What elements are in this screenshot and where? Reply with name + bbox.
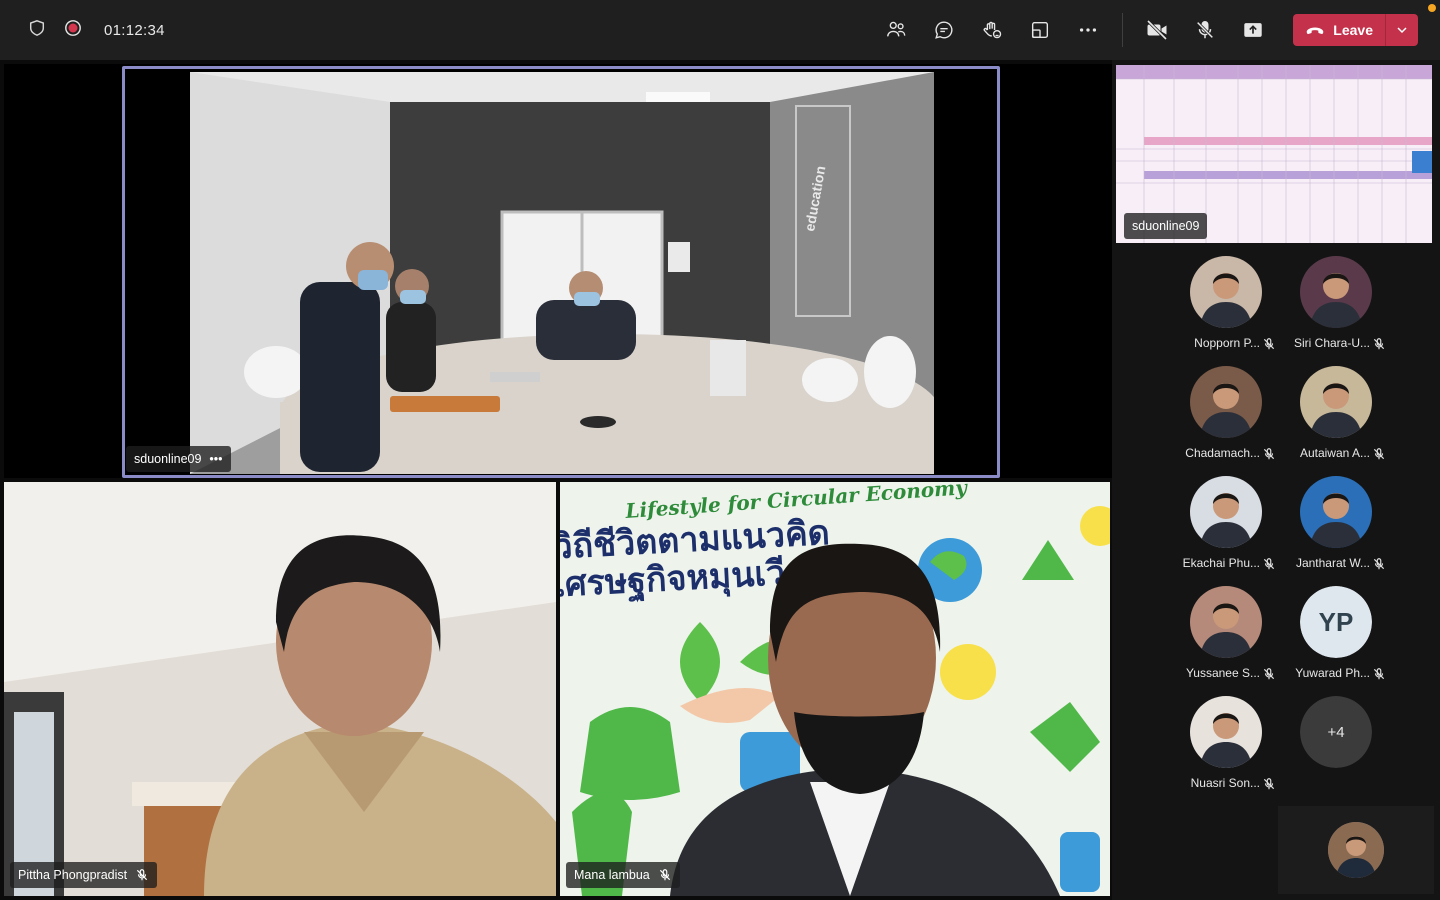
meeting-timer: 01:12:34 <box>104 21 165 39</box>
participant-item[interactable]: Siri Chara-U... <box>1282 250 1392 358</box>
participant-item[interactable]: Nuasri Son... <box>1172 690 1282 798</box>
notification-dot <box>1428 4 1436 12</box>
avatar <box>1190 256 1262 328</box>
participant-item[interactable]: Nopporn P... <box>1172 250 1282 358</box>
self-avatar <box>1328 822 1384 878</box>
mic-off-icon <box>137 869 148 881</box>
tile-more-icon[interactable]: ••• <box>209 452 222 466</box>
participant-item[interactable]: Ekachai Phu... <box>1172 470 1282 578</box>
people-button[interactable] <box>872 6 920 54</box>
participant-name: Ekachai Phu... <box>1182 556 1260 570</box>
hang-up-icon <box>1306 27 1324 35</box>
participant-item[interactable]: Autaiwan A... <box>1282 360 1392 468</box>
mic-off-icon <box>1262 446 1278 462</box>
shared-content-thumbnail[interactable]: sduonline09 <box>1116 65 1432 243</box>
mic-off-icon <box>1372 666 1388 682</box>
mic-off-icon <box>659 869 670 881</box>
video-tile-mana[interactable]: Lifestyle for Circular Economy วิถีชีวิต… <box>560 482 1110 896</box>
participant-name: sduonline09 <box>134 452 202 466</box>
mic-off-icon <box>1262 556 1278 572</box>
avatar-initials: YP <box>1300 586 1372 658</box>
mic-toggle-button[interactable] <box>1181 6 1229 54</box>
mic-off-icon <box>1262 336 1278 352</box>
participant-name: Nuasri Son... <box>1190 776 1260 790</box>
more-icon <box>1080 28 1097 32</box>
mic-off-icon <box>1372 556 1388 572</box>
name-tag-mana: Mana lambua <box>566 862 680 888</box>
participant-item[interactable]: Chadamach... <box>1172 360 1282 468</box>
video-tile-pittha[interactable]: Pittha Phongpradist <box>4 482 556 896</box>
participant-name: Jantharat W... <box>1295 556 1370 570</box>
chat-button[interactable] <box>920 6 968 54</box>
video-tile-main[interactable]: education sduonline09 ••• <box>4 64 1112 478</box>
layout-icon <box>1032 21 1049 39</box>
camera-toggle-button[interactable] <box>1133 6 1181 54</box>
avatar <box>1190 586 1262 658</box>
avatar <box>1300 366 1372 438</box>
toolbar-divider <box>1122 13 1124 47</box>
leave-button[interactable]: Leave <box>1293 14 1385 46</box>
participant-name: Autaiwan A... <box>1299 446 1370 460</box>
video-stage: education sduonline09 ••• Pittha Phongpr… <box>0 60 1112 900</box>
avatar <box>1190 366 1262 438</box>
participant-name: sduonline09 <box>1132 219 1200 233</box>
leave-label: Leave <box>1333 22 1373 38</box>
participant-name: Pittha Phongpradist <box>18 868 128 882</box>
active-speaker-frame <box>122 66 1000 478</box>
share-button[interactable] <box>1229 6 1277 54</box>
avatar <box>1190 476 1262 548</box>
participant-item[interactable]: YP Yuwarad Ph... <box>1282 580 1392 688</box>
camera-off-icon <box>1147 19 1168 41</box>
reactions-button[interactable] <box>968 6 1016 54</box>
avatar: YP <box>1300 586 1372 658</box>
avatar <box>1190 696 1262 768</box>
recording-icon[interactable] <box>64 19 82 41</box>
meeting-info: 01:12:34 <box>0 19 165 41</box>
participant-item[interactable]: Jantharat W... <box>1282 470 1392 578</box>
toolbar-actions: Leave <box>872 0 1418 60</box>
participants-panel: sduonline09 Nopporn P... Siri Chara-U... C… <box>1112 60 1440 900</box>
view-button[interactable] <box>1016 6 1064 54</box>
mic-off-icon <box>1196 21 1214 39</box>
meeting-toolbar: 01:12:34 Leave <box>0 0 1440 60</box>
avatar: +4 <box>1300 696 1372 768</box>
leave-button-group: Leave <box>1293 14 1418 46</box>
participant-name: Nopporn P... <box>1194 336 1260 350</box>
more-actions-button[interactable] <box>1064 6 1112 54</box>
share-screen-icon <box>1244 23 1263 37</box>
chat-icon <box>935 21 953 39</box>
avatar <box>1300 476 1372 548</box>
chevron-down-icon <box>1397 27 1407 34</box>
leave-options-button[interactable] <box>1386 14 1418 46</box>
mic-off-icon <box>1372 446 1388 462</box>
avatar <box>1300 256 1372 328</box>
mic-off-icon <box>1262 666 1278 682</box>
participant-name: Siri Chara-U... <box>1293 336 1370 350</box>
mic-off-icon <box>1262 776 1278 792</box>
self-view-tile[interactable] <box>1278 806 1434 894</box>
more-participants-button[interactable]: +4 <box>1282 690 1392 798</box>
people-icon <box>887 21 906 37</box>
participant-name: Chadamach... <box>1185 446 1260 460</box>
name-tag-main[interactable]: sduonline09 ••• <box>126 446 231 472</box>
participant-name: Yussanee S... <box>1185 666 1260 680</box>
participant-item[interactable]: Yussanee S... <box>1172 580 1282 688</box>
mic-off-icon <box>1372 336 1388 352</box>
shield-icon[interactable] <box>28 19 46 41</box>
participant-name: Mana lambua <box>574 868 650 882</box>
name-tag-share: sduonline09 <box>1124 213 1208 239</box>
hand-emoji-icon <box>983 21 1002 39</box>
name-tag-pittha: Pittha Phongpradist <box>10 862 158 888</box>
participant-name: Yuwarad Ph... <box>1295 666 1370 680</box>
more-count: +4 <box>1300 696 1372 768</box>
